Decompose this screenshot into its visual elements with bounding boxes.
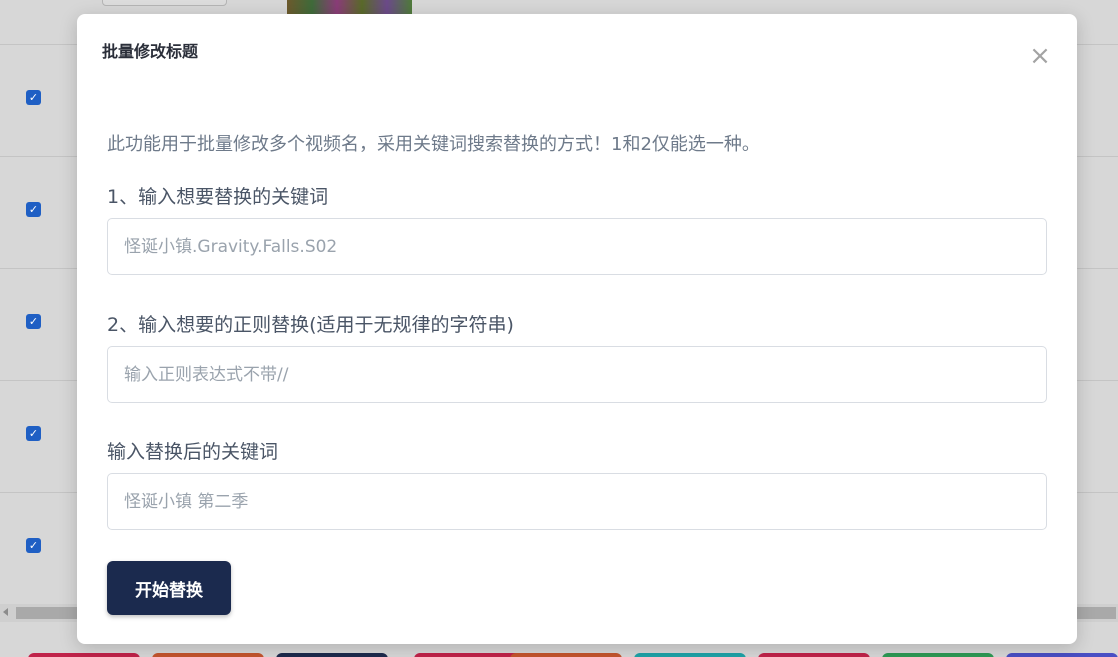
bottom-tile [510, 653, 622, 657]
bottom-tile [634, 653, 746, 657]
scroll-left-arrow-icon[interactable] [3, 608, 8, 616]
background-thumbnail-image [287, 0, 412, 14]
close-icon[interactable]: × [1028, 43, 1052, 69]
row-checkbox[interactable]: ✓ [26, 538, 41, 553]
row-checkbox[interactable]: ✓ [26, 202, 41, 217]
keyword-input[interactable] [107, 218, 1047, 275]
bottom-tile [276, 653, 388, 657]
bottom-tile [414, 653, 526, 657]
dialog-description: 此功能用于批量修改多个视频名，采用关键词搜索替换的方式！1和2仅能选一种。 [107, 134, 760, 155]
bottom-tile [758, 653, 870, 657]
row-checkbox[interactable]: ✓ [26, 426, 41, 441]
regex-field-label: 2、输入想要的正则替换(适用于无规律的字符串) [107, 314, 514, 336]
keyword-field-label: 1、输入想要替换的关键词 [107, 186, 329, 208]
row-checkbox[interactable]: ✓ [26, 90, 41, 105]
dialog-title: 批量修改标题 [102, 42, 199, 61]
row-checkbox[interactable]: ✓ [26, 314, 41, 329]
start-replace-button[interactable]: 开始替换 [107, 561, 231, 615]
bottom-tile [28, 653, 140, 657]
batch-rename-dialog: 批量修改标题 × 此功能用于批量修改多个视频名，采用关键词搜索替换的方式！1和2… [77, 14, 1077, 644]
bottom-tile [1006, 653, 1118, 657]
replacement-field-label: 输入替换后的关键词 [107, 441, 279, 463]
bottom-tile [152, 653, 264, 657]
regex-input[interactable] [107, 346, 1047, 403]
background-top-button [102, 0, 227, 6]
bottom-tile [882, 653, 994, 657]
replacement-input[interactable] [107, 473, 1047, 530]
